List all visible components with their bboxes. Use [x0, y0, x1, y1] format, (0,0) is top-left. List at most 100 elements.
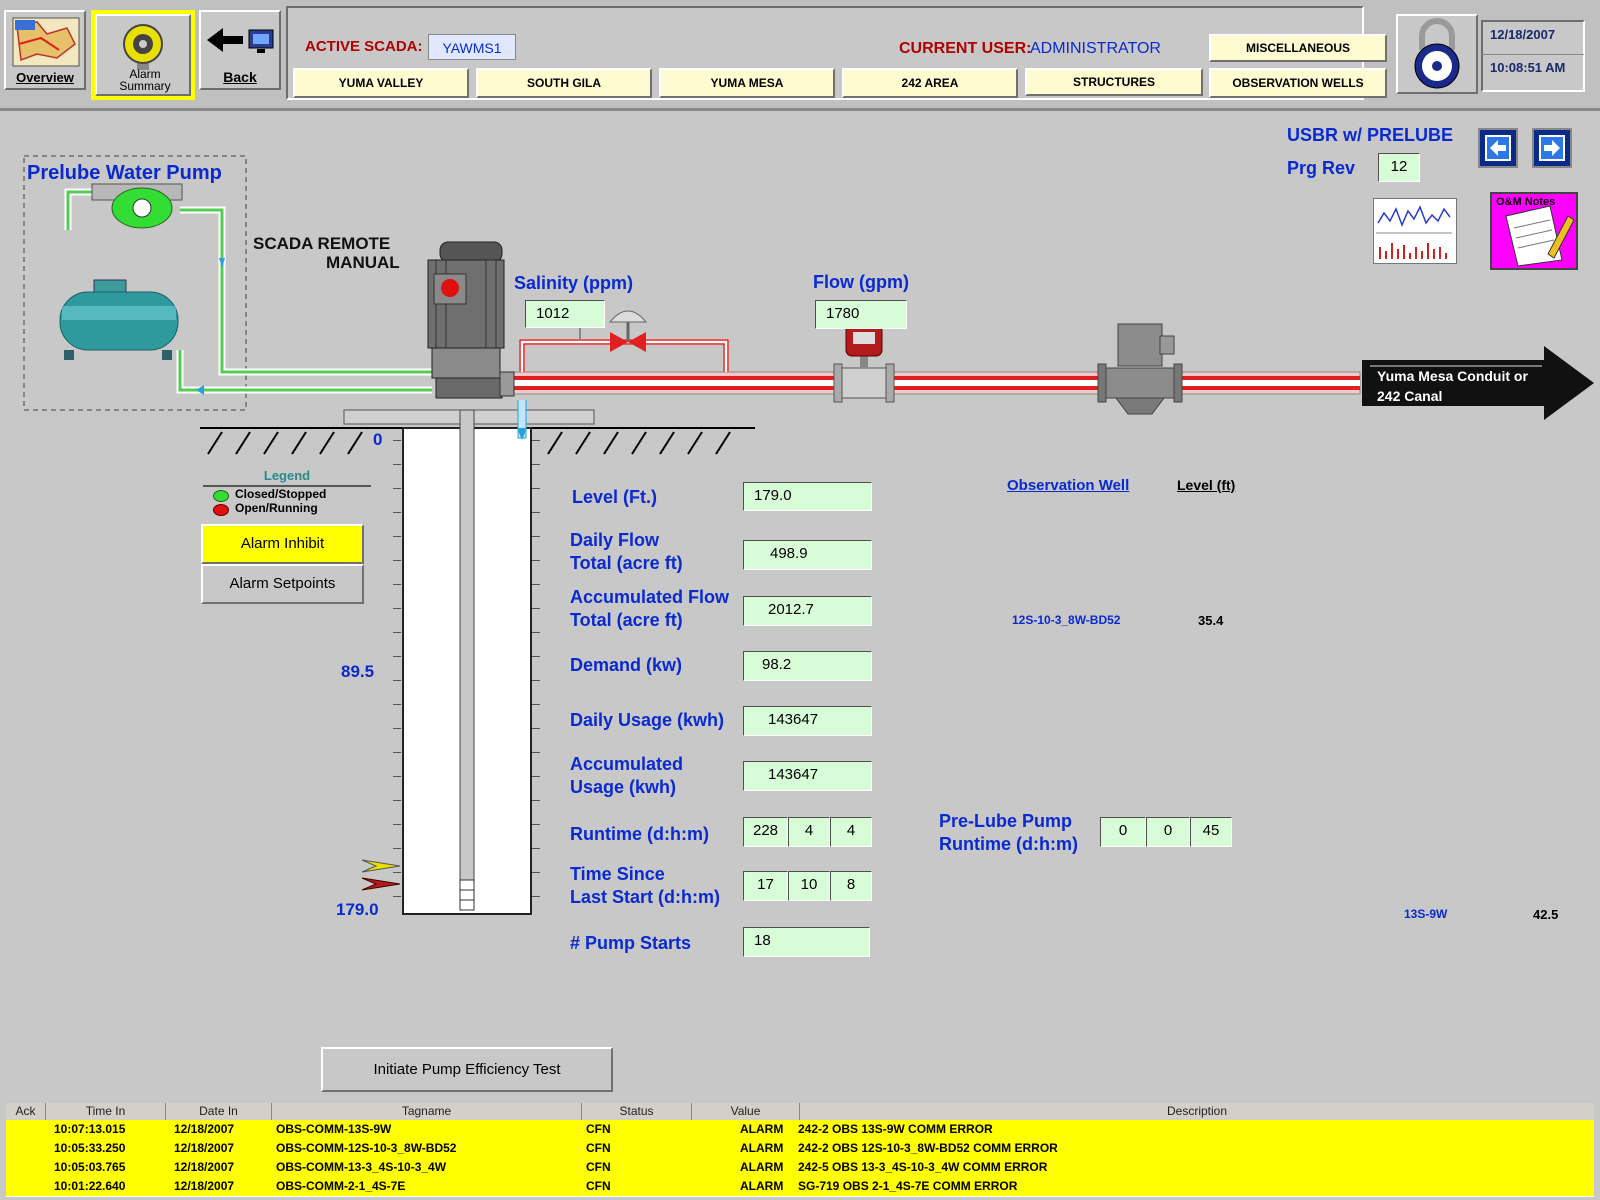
legend: Legend Closed/Stopped Open/Running: [203, 468, 371, 516]
scale-tick: [393, 584, 401, 585]
scale-tick: [532, 608, 540, 609]
flow-meter-icon: [833, 323, 895, 403]
alarm-value: ALARM: [740, 1122, 784, 1136]
col-description[interactable]: Description: [800, 1103, 1594, 1120]
alarm-time: 10:05:33.250: [54, 1141, 126, 1155]
lock-button[interactable]: [1396, 14, 1478, 94]
acc-flow-value: 2012.7: [743, 596, 872, 626]
nav-miscellaneous[interactable]: MISCELLANEOUS: [1209, 34, 1387, 62]
since-start-hours: 10: [788, 871, 830, 901]
arrow-left-icon: [1485, 135, 1511, 161]
arrow-right-icon: [1539, 135, 1565, 161]
salinity-label: Salinity (ppm): [514, 273, 634, 293]
destination-label-line1: Yuma Mesa Conduit or: [1377, 368, 1528, 384]
since-start-label-1: Time Since: [570, 864, 665, 884]
scale-tick: [393, 752, 401, 753]
scale-tick: [393, 632, 401, 633]
alarm-row[interactable]: 10:01:22.640 12/18/2007 OBS-COMM-2-1_4S-…: [6, 1177, 1594, 1196]
alarm-row[interactable]: 10:07:13.015 12/18/2007 OBS-COMM-13S-9W …: [6, 1120, 1594, 1139]
scale-tick: [393, 824, 401, 825]
mode-status-line2: MANUAL: [326, 253, 400, 272]
prelube-pump-icon: [91, 183, 183, 229]
col-time-in[interactable]: Time In: [46, 1103, 166, 1120]
alarm-row[interactable]: 10:05:03.765 12/18/2007 OBS-COMM-13-3_4S…: [6, 1158, 1594, 1177]
back-arrow-icon: [207, 28, 274, 53]
scale-tick: [393, 704, 401, 705]
back-button[interactable]: Back: [199, 10, 281, 90]
runtime-days: 228: [743, 817, 788, 847]
current-user-label: CURRENT USER:: [899, 40, 1032, 57]
alarm-ack[interactable]: [6, 1120, 46, 1139]
col-value[interactable]: Value: [692, 1103, 800, 1120]
col-ack[interactable]: Ack: [6, 1103, 46, 1120]
next-page-button[interactable]: [1532, 128, 1572, 168]
obs-well-name[interactable]: 13S-9W: [1404, 907, 1447, 921]
col-date-in[interactable]: Date In: [166, 1103, 272, 1120]
alarm-ack[interactable]: [6, 1158, 46, 1177]
nav-yuma-valley[interactable]: YUMA VALLEY: [293, 68, 469, 98]
salinity-value: 1012: [525, 300, 605, 328]
scale-tick: [532, 752, 540, 753]
nav-observation-wells[interactable]: OBSERVATION WELLS: [1209, 68, 1387, 98]
col-status[interactable]: Status: [582, 1103, 692, 1120]
alarm-inhibit-button[interactable]: Alarm Inhibit: [201, 524, 364, 564]
daily-usage-value: 143647: [743, 706, 872, 736]
alarm-ack[interactable]: [6, 1177, 46, 1196]
overview-button[interactable]: Overview: [4, 10, 86, 90]
usbr-label: USBR w/ PRELUBE: [1287, 125, 1454, 145]
well-casing: [402, 400, 532, 915]
alarm-setpoints-button[interactable]: Alarm Setpoints: [201, 564, 364, 604]
scale-label-mid: 89.5: [341, 662, 375, 681]
scale-label-bottom: 179.0: [336, 900, 379, 919]
col-tagname[interactable]: Tagname: [272, 1103, 582, 1120]
legend-title: Legend: [263, 468, 311, 483]
pump-efficiency-test-button[interactable]: Initiate Pump Efficiency Test: [321, 1047, 613, 1092]
alarm-summary-table: Ack Time In Date In Tagname Status Value…: [6, 1103, 1594, 1197]
destination-label-line2: 242 Canal: [1377, 388, 1443, 404]
scale-tick: [532, 656, 540, 657]
trend-chart-button[interactable]: [1373, 198, 1457, 264]
alarm-ack[interactable]: [6, 1139, 46, 1158]
alarm-status: CFN: [586, 1179, 611, 1193]
prg-rev-value: 12: [1378, 153, 1420, 182]
alarm-summary-button[interactable]: Alarm Summary: [91, 10, 195, 100]
scale-tick: [532, 584, 540, 585]
prev-page-button[interactable]: [1478, 128, 1518, 168]
salinity-valve-icon: [608, 310, 648, 352]
scale-tick: [532, 632, 540, 633]
nav-structures[interactable]: STRUCTURES: [1025, 68, 1203, 96]
prelube-pump-title: Prelube Water Pump: [27, 162, 222, 184]
scale-tick: [393, 680, 401, 681]
scale-tick: [532, 560, 540, 561]
nav-242-area[interactable]: 242 AREA: [842, 68, 1018, 98]
scale-tick: [532, 536, 540, 537]
prg-rev-label: Prg Rev: [1287, 158, 1356, 178]
scale-tick: [393, 872, 401, 873]
alarm-row[interactable]: 10:05:33.250 12/18/2007 OBS-COMM-12S-10-…: [6, 1139, 1594, 1158]
daily-flow-value: 498.9: [743, 540, 872, 570]
obs-well-name[interactable]: 12S-10-3_8W-BD52: [1012, 613, 1120, 627]
scale-tick: [532, 896, 540, 897]
daily-usage-label: Daily Usage (kwh): [570, 710, 725, 730]
prelube-runtime-days: 0: [1100, 817, 1146, 847]
alarm-description: 242-2 OBS 13S-9W COMM ERROR: [798, 1122, 993, 1136]
legend-green-dot-icon: [213, 490, 229, 502]
alarm-date: 12/18/2007: [174, 1141, 235, 1155]
level-setpoint-high-marker: [361, 859, 401, 873]
mode-status-line1: SCADA REMOTE: [253, 234, 391, 253]
scale-tick: [393, 608, 401, 609]
om-notes-button[interactable]: O&M Notes: [1490, 192, 1578, 270]
flow-label: Flow (gpm): [813, 272, 909, 292]
observation-well-header[interactable]: Observation Well: [1007, 477, 1129, 494]
prelube-runtime-minutes: 45: [1190, 817, 1232, 847]
alarm-date: 12/18/2007: [174, 1179, 235, 1193]
pump-starts-label: # Pump Starts: [570, 933, 692, 953]
scale-tick: [532, 872, 540, 873]
alarm-tag: OBS-COMM-13S-9W: [276, 1122, 392, 1136]
acc-usage-label-1: Accumulated: [570, 754, 684, 774]
nav-south-gila[interactable]: SOUTH GILA: [476, 68, 652, 98]
since-start-days: 17: [743, 871, 788, 901]
header-bar: Overview Alarm Summary Back ACTIVE SCADA…: [0, 0, 1600, 108]
scale-tick: [532, 728, 540, 729]
nav-yuma-mesa[interactable]: YUMA MESA: [659, 68, 835, 98]
